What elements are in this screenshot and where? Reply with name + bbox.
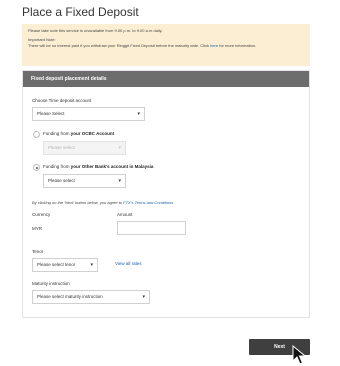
funding-other-bold: your Other Bank's account in Malaysia <box>70 164 154 169</box>
amount-input[interactable] <box>117 221 186 235</box>
tenor-select[interactable]: Please select tenor ▾ <box>32 258 98 272</box>
funding-ocbc-bold: your OCBC Account <box>70 131 115 136</box>
page-title: Place a Fixed Deposit <box>22 5 139 19</box>
ocbc-select-value: Please select <box>48 145 75 150</box>
funding-ocbc-radio[interactable] <box>33 131 40 138</box>
other-bank-select[interactable]: Please select ▾ <box>43 174 126 188</box>
notice-availability: Please take note this service is unavail… <box>28 28 163 33</box>
terms-agreement: By clicking on the 'Next' button below, … <box>32 200 173 205</box>
other-bank-select-value: Please select <box>48 178 75 183</box>
currency-value: MYR <box>32 226 42 231</box>
notice-here-link[interactable]: here <box>210 43 218 48</box>
ocbc-account-select: Please select ▾ <box>43 141 126 155</box>
amount-label: Amount <box>117 212 133 217</box>
account-select-value: Please Select <box>37 111 65 116</box>
account-label: Choose Time deposit account <box>32 98 92 103</box>
maturity-select[interactable]: Please select maturity instruction ▾ <box>32 290 150 304</box>
funding-other-pre: Funding from <box>43 164 71 169</box>
terms-link[interactable]: FTX's Terms and Conditions <box>123 200 173 205</box>
terms-agreement-pre: By clicking on the 'Next' button below, … <box>32 200 124 205</box>
panel-title: Fixed deposit placement details <box>23 71 309 87</box>
account-select[interactable]: Please Select ▾ <box>32 107 145 121</box>
placement-details-panel: Fixed deposit placement details Choose T… <box>22 70 310 318</box>
chevron-down-icon: ▾ <box>137 111 140 117</box>
funding-other-bank-label: Funding from your Other Bank's account i… <box>43 164 153 169</box>
notice-interest-pre: There will be no interest paid if you wi… <box>28 43 211 48</box>
funding-other-bank-radio[interactable] <box>33 164 40 171</box>
chevron-down-icon: ▾ <box>118 145 121 151</box>
chevron-down-icon: ▾ <box>142 294 145 300</box>
tenor-label: Tenor <box>32 249 44 254</box>
funding-ocbc-pre: Funding from <box>43 131 71 136</box>
maturity-select-value: Please select maturity instruction <box>37 294 103 299</box>
notice-interest-text: There will be no interest paid if you wi… <box>28 43 304 49</box>
service-notice: Please take note this service is unavail… <box>22 24 310 66</box>
mouse-pointer-icon <box>292 345 306 365</box>
chevron-down-icon: ▾ <box>90 262 93 268</box>
view-all-rates-link[interactable]: View all rates <box>115 261 142 266</box>
currency-label: Currency <box>32 212 51 217</box>
notice-interest-post: for more information. <box>218 43 257 48</box>
maturity-label: Maturity instruction <box>32 281 70 286</box>
tenor-select-value: Please select tenor <box>37 262 76 267</box>
chevron-down-icon: ▾ <box>118 178 121 184</box>
funding-ocbc-label: Funding from your OCBC Account <box>43 131 114 136</box>
